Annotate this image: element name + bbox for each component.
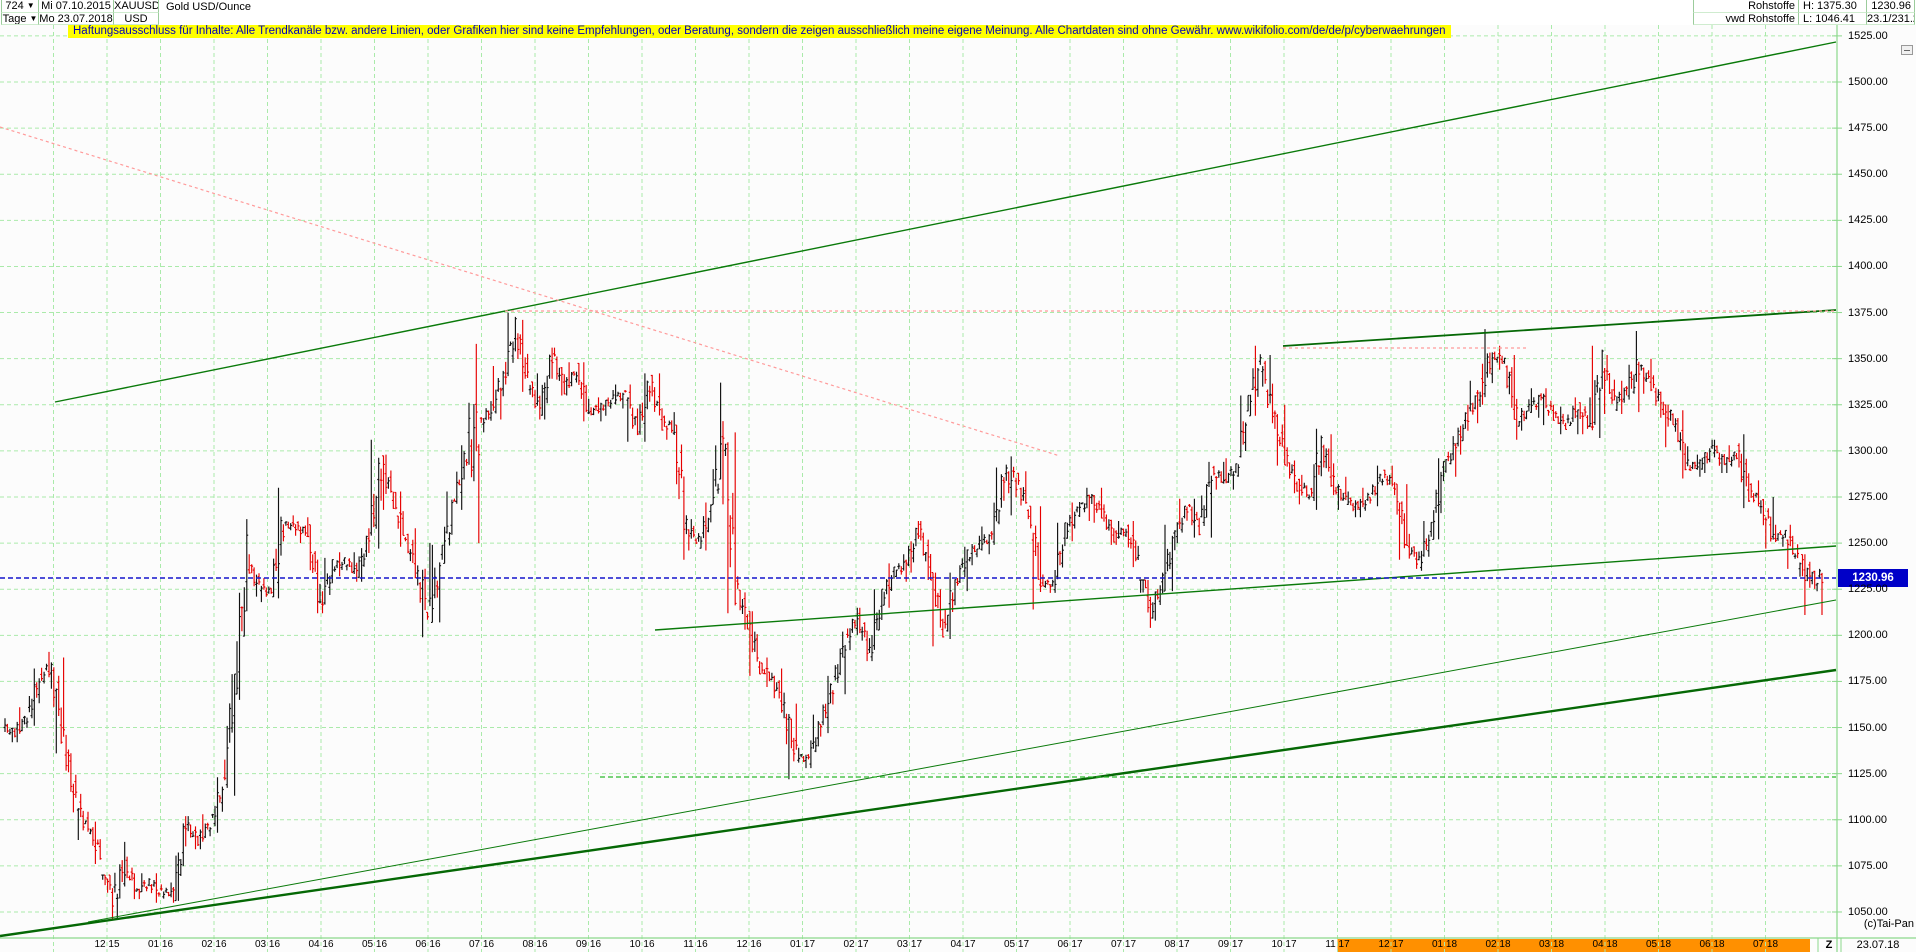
bars-count-dropdown[interactable]: 724 ▼ xyxy=(1,0,38,13)
y-axis-label: 1250.00 xyxy=(1848,537,1888,550)
x-axis-month-label: 12 17 xyxy=(1378,939,1404,950)
x-axis-month-label: 10 17 xyxy=(1271,939,1297,950)
y-axis-label: 1125.00 xyxy=(1848,767,1887,780)
x-axis-month-label: 06 17 xyxy=(1057,939,1083,950)
x-axis-month-label: 04 18 xyxy=(1592,939,1618,950)
x-axis-month-label: 08 16 xyxy=(522,939,548,950)
x-axis-month-label: 07 17 xyxy=(1110,939,1137,950)
y-axis-label: 1050.00 xyxy=(1848,905,1888,918)
x-axis-month-label: 01 16 xyxy=(147,939,174,950)
x-axis-month-label: 08 17 xyxy=(1164,939,1190,950)
x-axis-month-label: 01 17 xyxy=(789,939,816,950)
panel-grip-icon[interactable] xyxy=(1901,45,1913,55)
y-axis-label: 1225.00 xyxy=(1848,583,1888,596)
group-name: Rohstoffe xyxy=(1693,0,1798,13)
x-axis-month-label: 12 15 xyxy=(94,939,120,950)
x-axis-month-label: 04 17 xyxy=(950,939,976,950)
x-axis-month-label: 01 18 xyxy=(1431,939,1458,950)
period-dropdown[interactable]: Tage ▼ xyxy=(1,12,38,25)
disclaimer-banner: Haftungsausschluss für Inhalte: Alle Tre… xyxy=(68,25,1451,38)
chevron-down-icon[interactable]: ▼ xyxy=(30,14,38,23)
chart-header: 724 ▼ Tage ▼ Mi 07.10.2015 Mo 23.07.2018… xyxy=(0,0,1916,25)
y-axis-label: 1425.00 xyxy=(1848,214,1888,227)
currency: USD xyxy=(113,12,159,25)
x-axis-month-label: 06 16 xyxy=(415,939,441,950)
y-axis-label: 1200.00 xyxy=(1848,629,1888,642)
y-axis-label: 1275.00 xyxy=(1848,490,1888,503)
x-axis-month-label: 09 16 xyxy=(575,939,602,950)
y-axis-label: 1375.00 xyxy=(1848,306,1888,319)
y-axis-label: 1075.00 xyxy=(1848,859,1888,872)
x-axis-month-label: 05 18 xyxy=(1645,939,1672,950)
y-axis-label: 1400.00 xyxy=(1848,260,1888,273)
zoom-indicator[interactable]: Z xyxy=(1818,939,1840,951)
x-axis-month-label: 10 16 xyxy=(629,939,655,950)
y-axis-label: 1450.00 xyxy=(1848,168,1888,181)
x-axis-month-label: 03 17 xyxy=(896,939,923,950)
header-change: 23.1/231.2 xyxy=(1866,12,1915,25)
x-axis-month-label: 07 18 xyxy=(1752,939,1779,950)
y-axis-label: 1150.00 xyxy=(1848,721,1887,734)
chevron-down-icon[interactable]: ▼ xyxy=(27,1,35,10)
symbol: XAUUSD xyxy=(113,0,159,13)
chart-window: 724 ▼ Tage ▼ Mi 07.10.2015 Mo 23.07.2018… xyxy=(0,0,1916,952)
y-axis-label: 1300.00 xyxy=(1848,444,1888,457)
first-date: Mi 07.10.2015 xyxy=(38,0,113,13)
x-axis-month-label: 09 17 xyxy=(1217,939,1244,950)
x-axis-month-label: 12 16 xyxy=(736,939,762,950)
x-axis-month-label: 04 16 xyxy=(308,939,334,950)
y-axis-label: 1475.00 xyxy=(1848,122,1888,135)
x-axis-month-label: 06 18 xyxy=(1699,939,1725,950)
x-axis-month-label: 11 16 xyxy=(683,939,708,950)
y-axis-label: 1325.00 xyxy=(1848,398,1888,411)
y-axis-label: 1500.00 xyxy=(1848,76,1888,88)
x-axis-month-label: 03 18 xyxy=(1538,939,1565,950)
y-axis-label: 1175.00 xyxy=(1848,675,1887,688)
x-axis-month-label: 11 17 xyxy=(1325,939,1350,950)
header-last-price: 1230.96 xyxy=(1866,0,1915,13)
period-high: H: 1375.30 xyxy=(1798,0,1866,13)
last-date: Mo 23.07.2018 xyxy=(38,12,113,25)
y-axis-label: 1525.00 xyxy=(1848,29,1888,42)
group-source: vwd Rohstoffe xyxy=(1693,12,1798,25)
x-axis-month-label: 02 18 xyxy=(1485,939,1511,950)
x-axis-month-label: 05 17 xyxy=(1003,939,1030,950)
copyright-label: (c)Tai-Pan xyxy=(1863,918,1914,930)
price-chart-canvas[interactable] xyxy=(0,0,1916,952)
x-axis-month-label: 03 16 xyxy=(254,939,281,950)
instrument-name: Gold USD/Ounce xyxy=(166,1,466,14)
y-axis-label: 1350.00 xyxy=(1848,352,1888,365)
period-low: L: 1046.41 xyxy=(1798,12,1866,25)
x-axis-month-label: 05 16 xyxy=(361,939,388,950)
x-axis-month-label: 02 16 xyxy=(201,939,227,950)
x-axis-month-label: 07 16 xyxy=(468,939,495,950)
cursor-date-label: 23.07.18 xyxy=(1856,939,1900,951)
y-axis-label: 1100.00 xyxy=(1848,813,1887,826)
x-axis-month-label: 02 17 xyxy=(843,939,869,950)
